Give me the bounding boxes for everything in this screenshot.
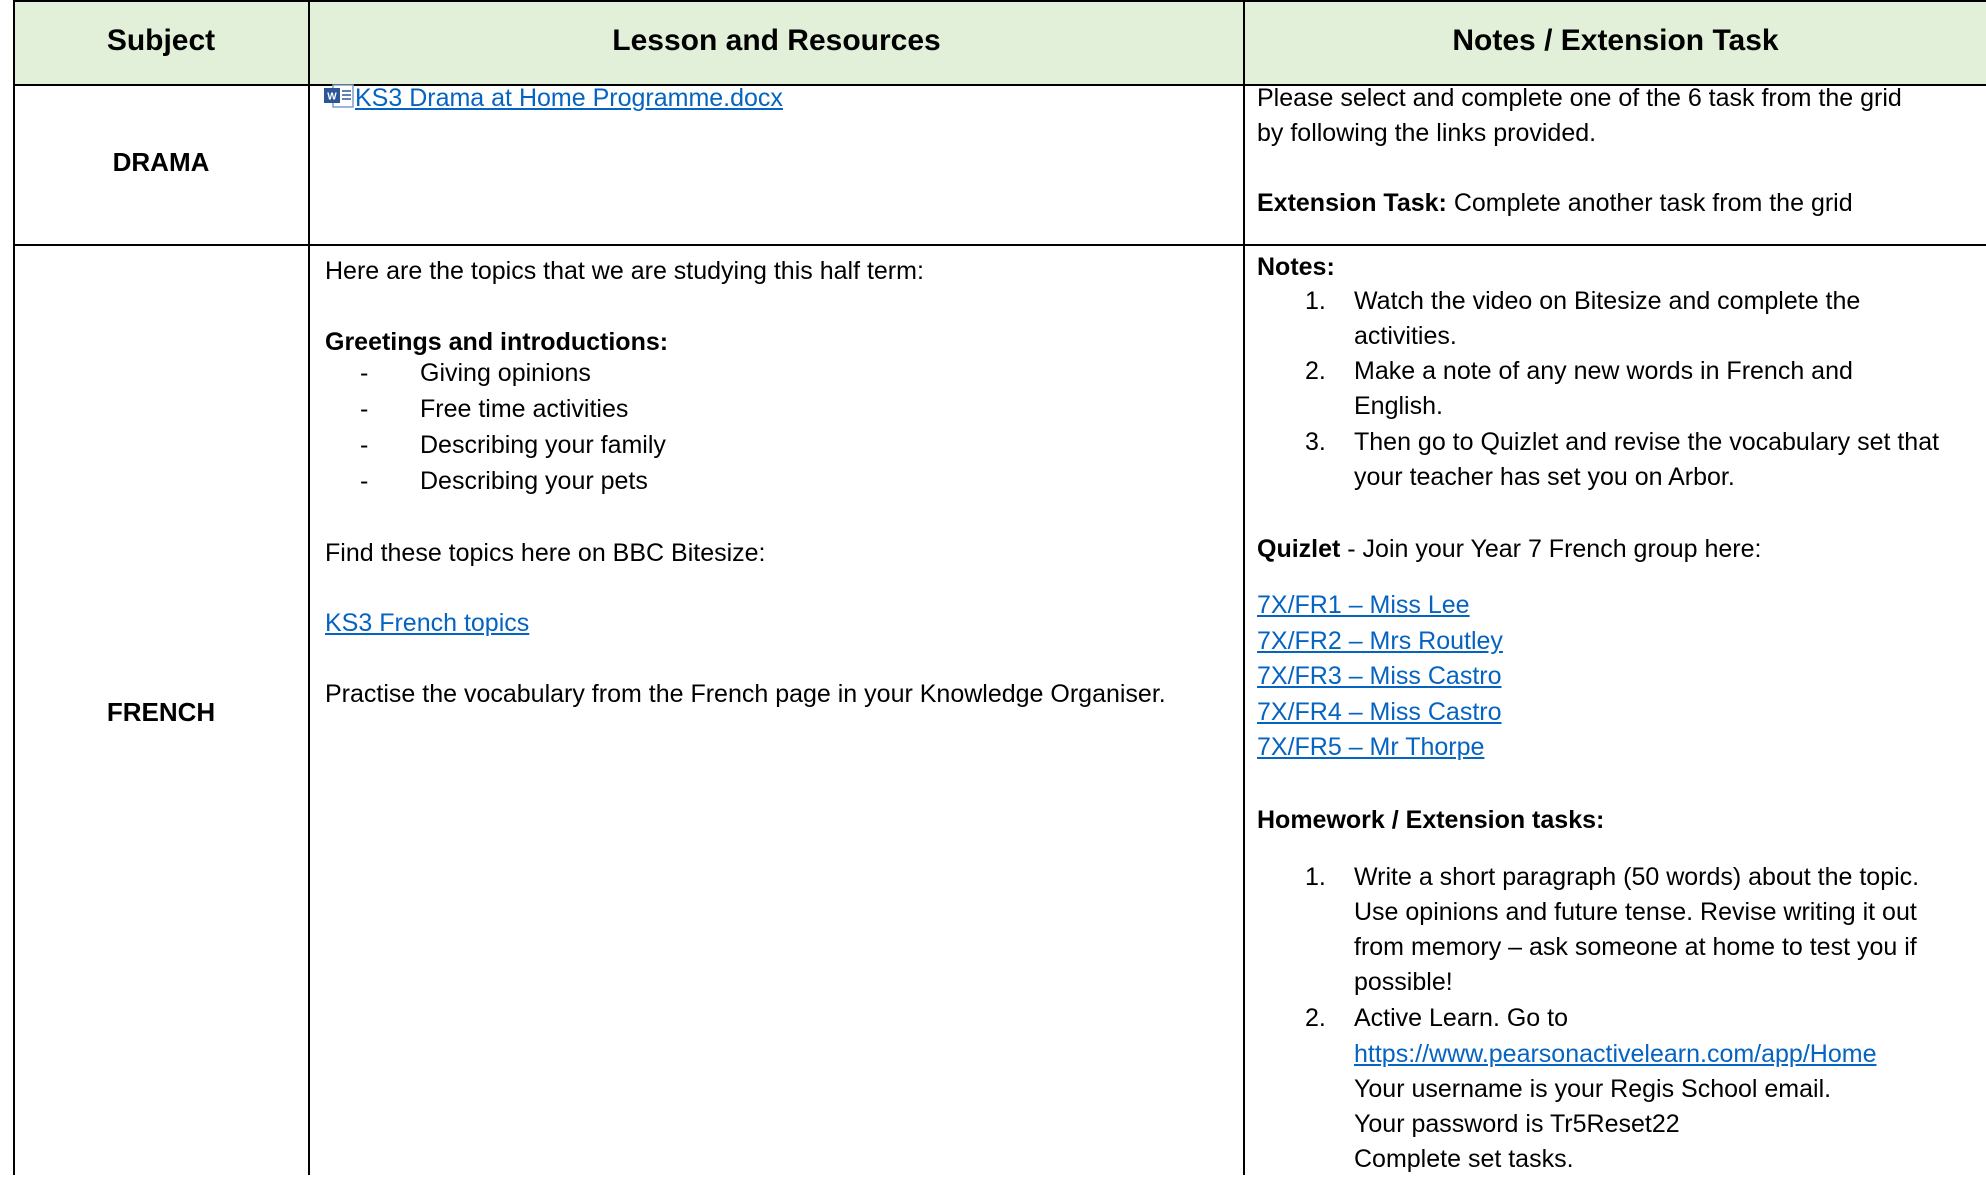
note-item-line: English. [1354, 392, 1443, 420]
task-line: possible! [1354, 968, 1453, 996]
quizlet-group-link[interactable]: 7X/FR4 – Miss Castro [1257, 695, 1502, 730]
note-number-2: 2. [1305, 357, 1326, 385]
note-number-3: 3. [1305, 428, 1326, 456]
note-item-line: Watch the video on Bitesize and complete… [1354, 287, 1861, 315]
note-item-line: your teacher has set you on Arbor. [1354, 463, 1735, 491]
topic-dash-4: - [360, 467, 369, 495]
topic-item: Describing your family [420, 431, 666, 459]
task-line: Write a short paragraph (50 words) about… [1354, 863, 1920, 891]
task-line: Use opinions and future tense. Revise wr… [1354, 898, 1917, 926]
note-item-line: activities. [1354, 322, 1457, 350]
bitesize-link[interactable]: KS3 French topics [325, 606, 529, 641]
topic-dash-1: - [360, 359, 369, 387]
subject-drama: DRAMA [112, 147, 210, 177]
bitesize-intro: Find these topics here on BBC Bitesize: [325, 539, 766, 567]
note-number-1: 1. [1305, 287, 1326, 315]
svg-text:W: W [327, 92, 337, 103]
drama-notes-line-2: by following the links provided. [1257, 119, 1597, 147]
word-document-icon: W [324, 84, 354, 108]
homework-label: Homework / Extension tasks: [1257, 806, 1605, 834]
header-lesson-resources: Lesson and Resources [612, 24, 941, 57]
drama-extension-task: Extension Task: Complete another task fr… [1257, 186, 1853, 221]
quizlet-group-link[interactable]: 7X/FR2 – Mrs Routley [1257, 624, 1503, 659]
quizlet-group-link[interactable]: 7X/FR5 – Mr Thorpe [1257, 730, 1484, 765]
header-notes-extension: Notes / Extension Task [1452, 24, 1779, 57]
topic-item: Free time activities [420, 395, 629, 423]
column-divider-2 [1243, 0, 1245, 1175]
quizlet-group-link[interactable]: 7X/FR1 – Miss Lee [1257, 588, 1470, 623]
topic-dash-3: - [360, 431, 369, 459]
topic-dash-2: - [360, 395, 369, 423]
topic-item: Giving opinions [420, 359, 591, 387]
quizlet-text: - Join your Year 7 French group here: [1340, 535, 1762, 563]
french-intro: Here are the topics that we are studying… [325, 257, 924, 285]
document-page: Subject Lesson and Resources Notes / Ext… [0, 0, 1986, 1175]
quizlet-label: Quizlet [1257, 535, 1341, 563]
drama-resource-link[interactable]: KS3 Drama at Home Programme.docx [355, 81, 783, 116]
topic-item: Describing your pets [420, 467, 648, 495]
drama-notes-line-1: Please select and complete one of the 6 … [1257, 84, 1902, 112]
drama-extension-label: Extension Task: [1257, 189, 1447, 217]
notes-label: Notes: [1257, 253, 1335, 281]
task-line: Complete set tasks. [1354, 1145, 1574, 1173]
subject-french: FRENCH [106, 697, 216, 727]
task-line: Your password is Tr5Reset22 [1354, 1110, 1680, 1138]
quizlet-group-link[interactable]: 7X/FR3 – Miss Castro [1257, 659, 1502, 694]
note-item-line: Make a note of any new words in French a… [1354, 357, 1853, 385]
quizlet-intro: Quizlet - Join your Year 7 French group … [1257, 532, 1761, 567]
task-number-2: 2. [1305, 1004, 1326, 1032]
task-line: Active Learn. Go to [1354, 1004, 1569, 1032]
task-line: Your username is your Regis School email… [1354, 1075, 1832, 1103]
note-item-line: Then go to Quizlet and revise the vocabu… [1354, 428, 1940, 456]
active-learn-link[interactable]: https://www.pearsonactivelearn.com/app/H… [1354, 1037, 1876, 1072]
drama-extension-text: Complete another task from the grid [1446, 189, 1853, 217]
task-line: from memory – ask someone at home to tes… [1354, 933, 1917, 961]
practise-vocabulary-text: Practise the vocabulary from the French … [325, 680, 1166, 708]
header-subject: Subject [106, 24, 216, 57]
task-number-1: 1. [1305, 863, 1326, 891]
french-topic-heading: Greetings and introductions: [325, 328, 669, 356]
